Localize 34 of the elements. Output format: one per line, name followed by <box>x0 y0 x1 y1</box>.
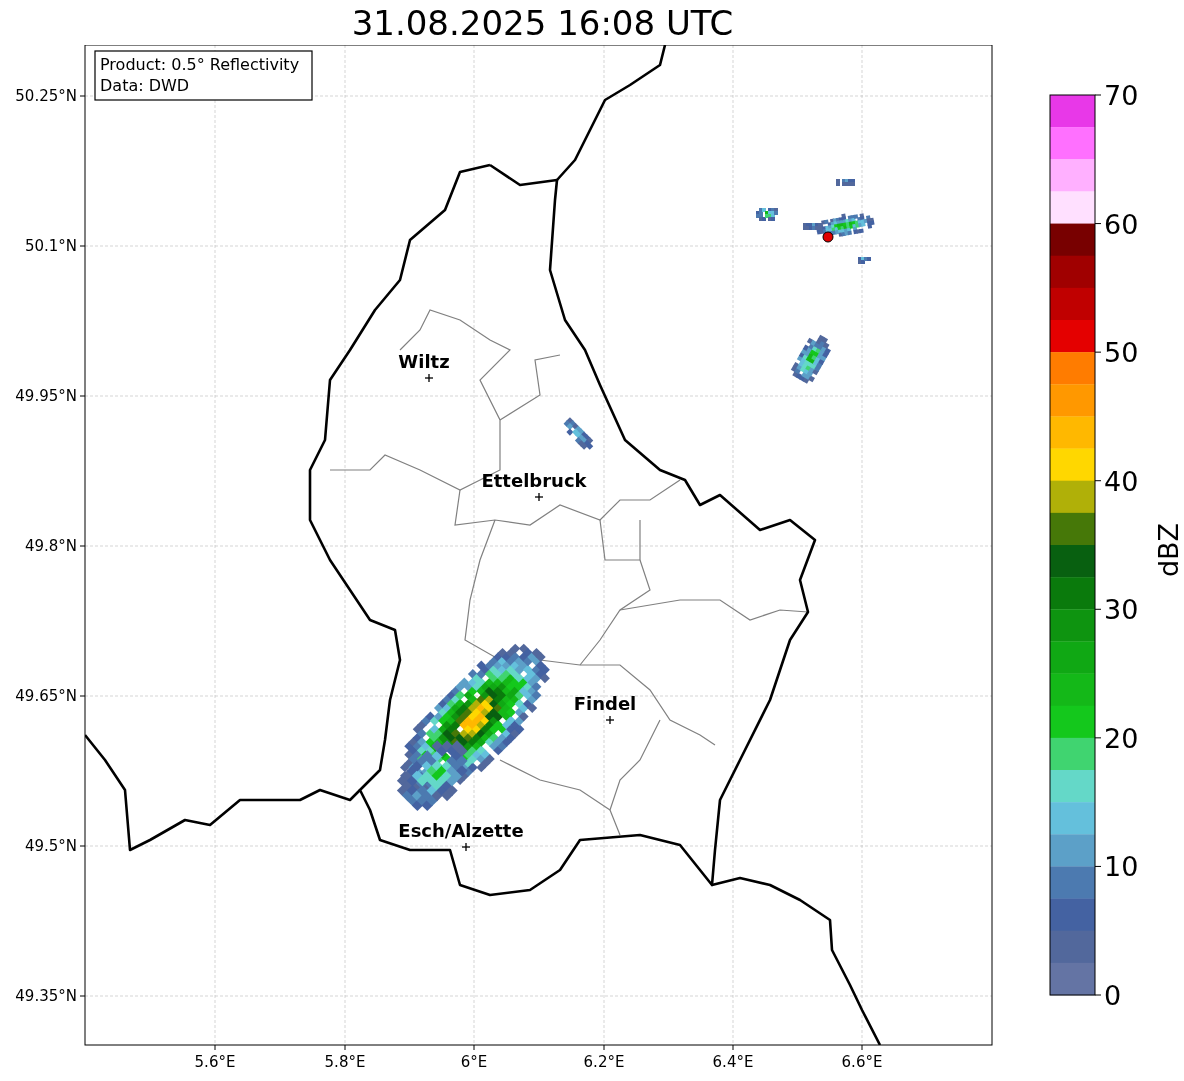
info-text: Data: DWD <box>100 76 190 95</box>
colorbar-tick-label: 40 <box>1104 465 1139 497</box>
lat-tick-label: 49.65°N <box>15 687 77 705</box>
lat-tick-label: 49.35°N <box>15 987 77 1005</box>
info-text: Product: 0.5° Reflectivity <box>100 55 300 74</box>
city-label: Ettelbruck <box>481 470 587 491</box>
city-label: Wiltz <box>398 351 450 372</box>
colorbar-tick-label: 50 <box>1104 337 1139 369</box>
lon-tick-label: 6°E <box>460 1053 488 1071</box>
radar-site-icon <box>822 231 834 243</box>
city-label: Findel <box>573 693 637 714</box>
colorbar-tick-label: 30 <box>1104 594 1139 626</box>
lat-tick-label: 49.5°N <box>24 837 77 855</box>
colorbar-label: dBZ <box>1153 522 1184 578</box>
lon-tick-label: 5.6°E <box>194 1053 236 1071</box>
lat-tick-label: 49.8°N <box>24 537 77 555</box>
lat-tick-label: 50.1°N <box>24 237 77 255</box>
colorbar-tick-label: 20 <box>1104 722 1139 754</box>
lat-tick-label: 49.95°N <box>15 387 77 405</box>
colorbar-tick-label: 60 <box>1104 208 1139 240</box>
city-marker-icon <box>424 373 434 383</box>
colorbar-tick-label: 0 <box>1104 980 1122 1011</box>
city-marker-icon <box>605 715 615 725</box>
lon-tick-label: 6.2°E <box>583 1053 625 1071</box>
city-label: Esch/Alzette <box>398 820 524 841</box>
lon-tick-label: 6.6°E <box>841 1053 883 1071</box>
city-marker-icon <box>534 492 544 502</box>
chart-title: 31.08.2025 16:08 UTC <box>351 2 734 43</box>
city-marker-icon <box>461 842 471 852</box>
colorbar-tick-label: 10 <box>1104 851 1139 883</box>
lon-tick-label: 5.8°E <box>324 1053 366 1071</box>
lat-tick-label: 50.25°N <box>15 87 77 105</box>
colorbar-tick-label: 70 <box>1104 85 1139 111</box>
lon-tick-label: 6.4°E <box>712 1053 754 1071</box>
